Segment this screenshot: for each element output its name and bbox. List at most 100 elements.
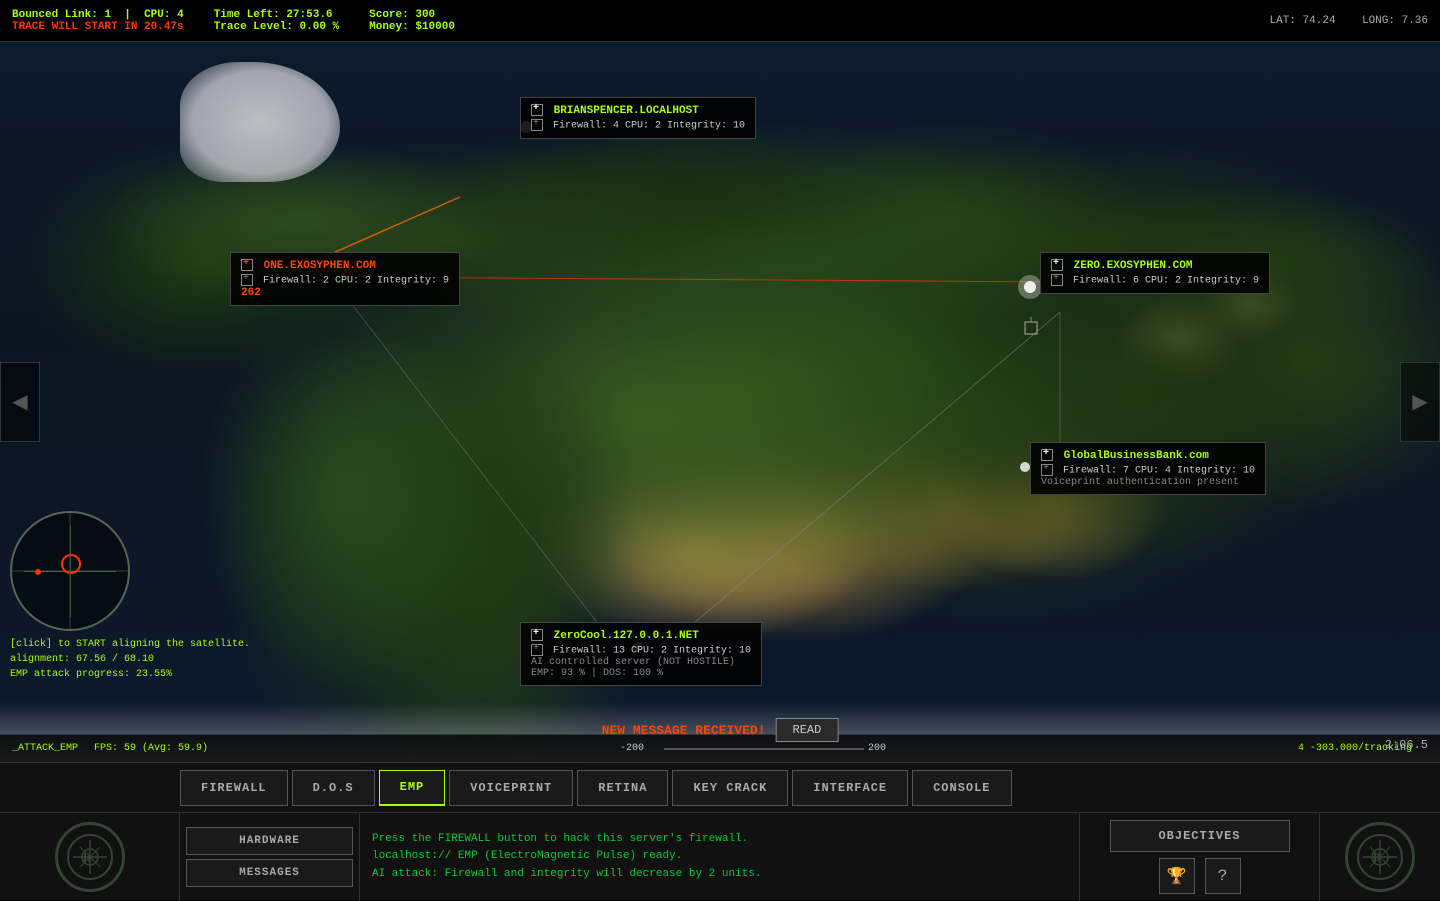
message-area: Press the FIREWALL button to hack this s… [360,813,1080,901]
help-icon-btn[interactable]: ? [1205,858,1241,894]
node-zero-exosyphen[interactable]: ZERO.EXOSYPHEN.COM Firewall: 6 CPU: 2 In… [1040,252,1270,294]
node-one-exosyphen[interactable]: ONE.EXOSYPHEN.COM Firewall: 2 CPU: 2 Int… [230,252,460,306]
btn-keycrack[interactable]: KEY CRACK [672,770,788,806]
lat-value: 74.24 [1303,15,1336,27]
right-logo-area: H [1320,813,1440,901]
world-map[interactable]: BRIANSPENCER.LOCALHOST Firewall: 4 CPU: … [0,42,1440,762]
timer-display: 2:06.5 [1385,738,1428,752]
right-arrow-icon: ▶ [1412,389,1427,415]
node-one-title: ONE.EXOSYPHEN.COM [241,259,449,272]
cpu-label: CPU: [144,9,170,21]
node-gbb-info: Firewall: 7 CPU: 4 Integrity: 10 [1041,464,1255,477]
oe-info: Firewall: 2 CPU: 2 Integrity: 9 [263,276,449,287]
scale-right: 200 [868,743,886,754]
node-brianspencer-info: Firewall: 4 CPU: 2 Integrity: 10 [531,119,745,132]
msg-line-1: Press the FIREWALL button to hack this s… [372,831,1067,849]
attack-mode: _ATTACK_EMP [12,743,78,754]
coordinates: LAT: 74.24 LONG: 7.36 [1270,15,1428,27]
btn-firewall[interactable]: FIREWALL [180,770,288,806]
right-logo: H [1345,822,1415,892]
nav-left-arrow[interactable]: ◀ [0,362,40,442]
time-section: Time Left: 27:53.6 Trace Level: 0.00 % [214,9,339,33]
btn-interface[interactable]: INTERFACE [792,770,908,806]
satellite-tool[interactable]: [click] to START aligning the satellite.… [10,511,250,682]
node-brianspencer[interactable]: BRIANSPENCER.LOCALHOST Firewall: 4 CPU: … [520,97,756,139]
icon-row: 🏆 ? [1159,858,1241,894]
sat-dot [35,569,41,575]
node-zc-extra1: AI controlled server (NOT HOSTILE) [531,657,751,668]
bounced-link-label: Bounced Link: 1 | CPU: 4 [12,9,184,21]
score-line: Score: 300 [369,9,455,21]
bounced-link-section: Bounced Link: 1 | CPU: 4 TRACE WILL STAR… [12,9,184,33]
btn-dos[interactable]: D.O.S [292,770,375,806]
left-logo-area: H [0,813,180,901]
nav-right-arrow[interactable]: ▶ [1400,362,1440,442]
btn-emp[interactable]: EMP [379,770,446,806]
oe-title: ONE.EXOSYPHEN.COM [264,260,376,272]
satellite-circle[interactable] [10,511,130,631]
zc-extra1: AI controlled server (NOT HOSTILE) [531,657,735,668]
bs-info: Firewall: 4 CPU: 2 Integrity: 10 [553,121,745,132]
read-button[interactable]: READ [776,718,839,742]
bottom-bar: FIREWALL D.O.S EMP VOICEPRINT RETINA KEY… [0,762,1440,900]
node-zc-info: Firewall: 13 CPU: 2 Integrity: 10 [531,644,751,657]
node-icon9 [531,629,543,641]
zc-title: ZeroCool.127.0.0.1.NET [554,630,699,642]
trophy-icon-btn[interactable]: 🏆 [1159,858,1195,894]
gbb-title: GlobalBusinessBank.com [1064,450,1209,462]
score-section: Score: 300 Money: $10000 [369,9,455,33]
node-icon7 [1041,449,1053,461]
tl-label: Time Left: [214,9,280,21]
node-globalbusiness[interactable]: GlobalBusinessBank.com Firewall: 7 CPU: … [1030,442,1266,495]
top-hud: Bounced Link: 1 | CPU: 4 TRACE WILL STAR… [0,0,1440,42]
right-buttons-area: OBJECTIVES 🏆 ? [1080,813,1320,901]
zc-info: Firewall: 13 CPU: 2 Integrity: 10 [553,646,751,657]
new-message-text: New message received! [602,723,766,738]
btn-retina[interactable]: RETINA [577,770,668,806]
ze-info: Firewall: 6 CPU: 2 Integrity: 9 [1073,276,1259,287]
hardware-button[interactable]: HARDWARE [186,827,353,855]
zc-extra2: EMP: 93 % | DOS: 100 % [531,668,663,679]
bl-value: 1 [104,9,111,21]
left-logo: H [55,822,125,892]
scale-left: -200 [620,743,644,754]
sat-reticle [61,554,81,574]
node-brianspencer-title: BRIANSPENCER.LOCALHOST [531,104,745,117]
fps-display: FPS: 59 (Avg: 59.9) [94,743,208,754]
node-icon5 [1051,259,1063,271]
left-arrow-icon: ◀ [12,389,27,415]
node-icon6 [1051,274,1063,286]
lat-label: LAT: [1270,15,1296,27]
msg-line-2: localhost:// EMP (ElectroMagnetic Pulse)… [372,848,1067,866]
ze-title: ZERO.EXOSYPHEN.COM [1074,260,1193,272]
toolbar-row: FIREWALL D.O.S EMP VOICEPRINT RETINA KEY… [0,763,1440,813]
node-icon2 [531,119,543,131]
satellite-info: [click] to START aligning the satellite.… [10,637,250,682]
node-icon [531,104,543,116]
objectives-button[interactable]: OBJECTIVES [1110,820,1290,852]
long-value: 7.36 [1402,15,1428,27]
node-icon8 [1041,464,1053,476]
svg-text:H: H [83,851,91,867]
oe-score: 262 [241,287,261,299]
node-one-score: 262 [241,287,449,299]
bottom-buttons-area: HARDWARE MESSAGES [180,813,360,901]
gbb-info: Firewall: 7 CPU: 4 Integrity: 10 [1063,466,1255,477]
node-one-info: Firewall: 2 CPU: 2 Integrity: 9 [241,274,449,287]
trlv-value: 0.00 % [300,21,340,33]
info-row: H HARDWARE MESSAGES Press the FIREWALL b… [0,813,1440,901]
sc-label: Score: [369,9,409,21]
node-zerocool[interactable]: ZeroCool.127.0.0.1.NET Firewall: 13 CPU:… [520,622,762,686]
messages-button[interactable]: MESSAGES [186,859,353,887]
msg-line-3: AI attack: Firewall and integrity will d… [372,866,1067,884]
message-banner: New message received! READ [602,718,839,742]
btn-voiceprint[interactable]: VOICEPRINT [449,770,573,806]
btn-console[interactable]: CONSOLE [912,770,1011,806]
node-icon3 [241,259,253,271]
sat-line1: [click] to START aligning the satellite. [10,637,250,652]
svg-text:H: H [1373,851,1381,867]
tl-value: 27:53.6 [286,9,332,21]
bl-label: Bounced Link: [12,9,98,21]
mn-label: Money: [369,21,409,33]
node-zero-title: ZERO.EXOSYPHEN.COM [1051,259,1259,272]
